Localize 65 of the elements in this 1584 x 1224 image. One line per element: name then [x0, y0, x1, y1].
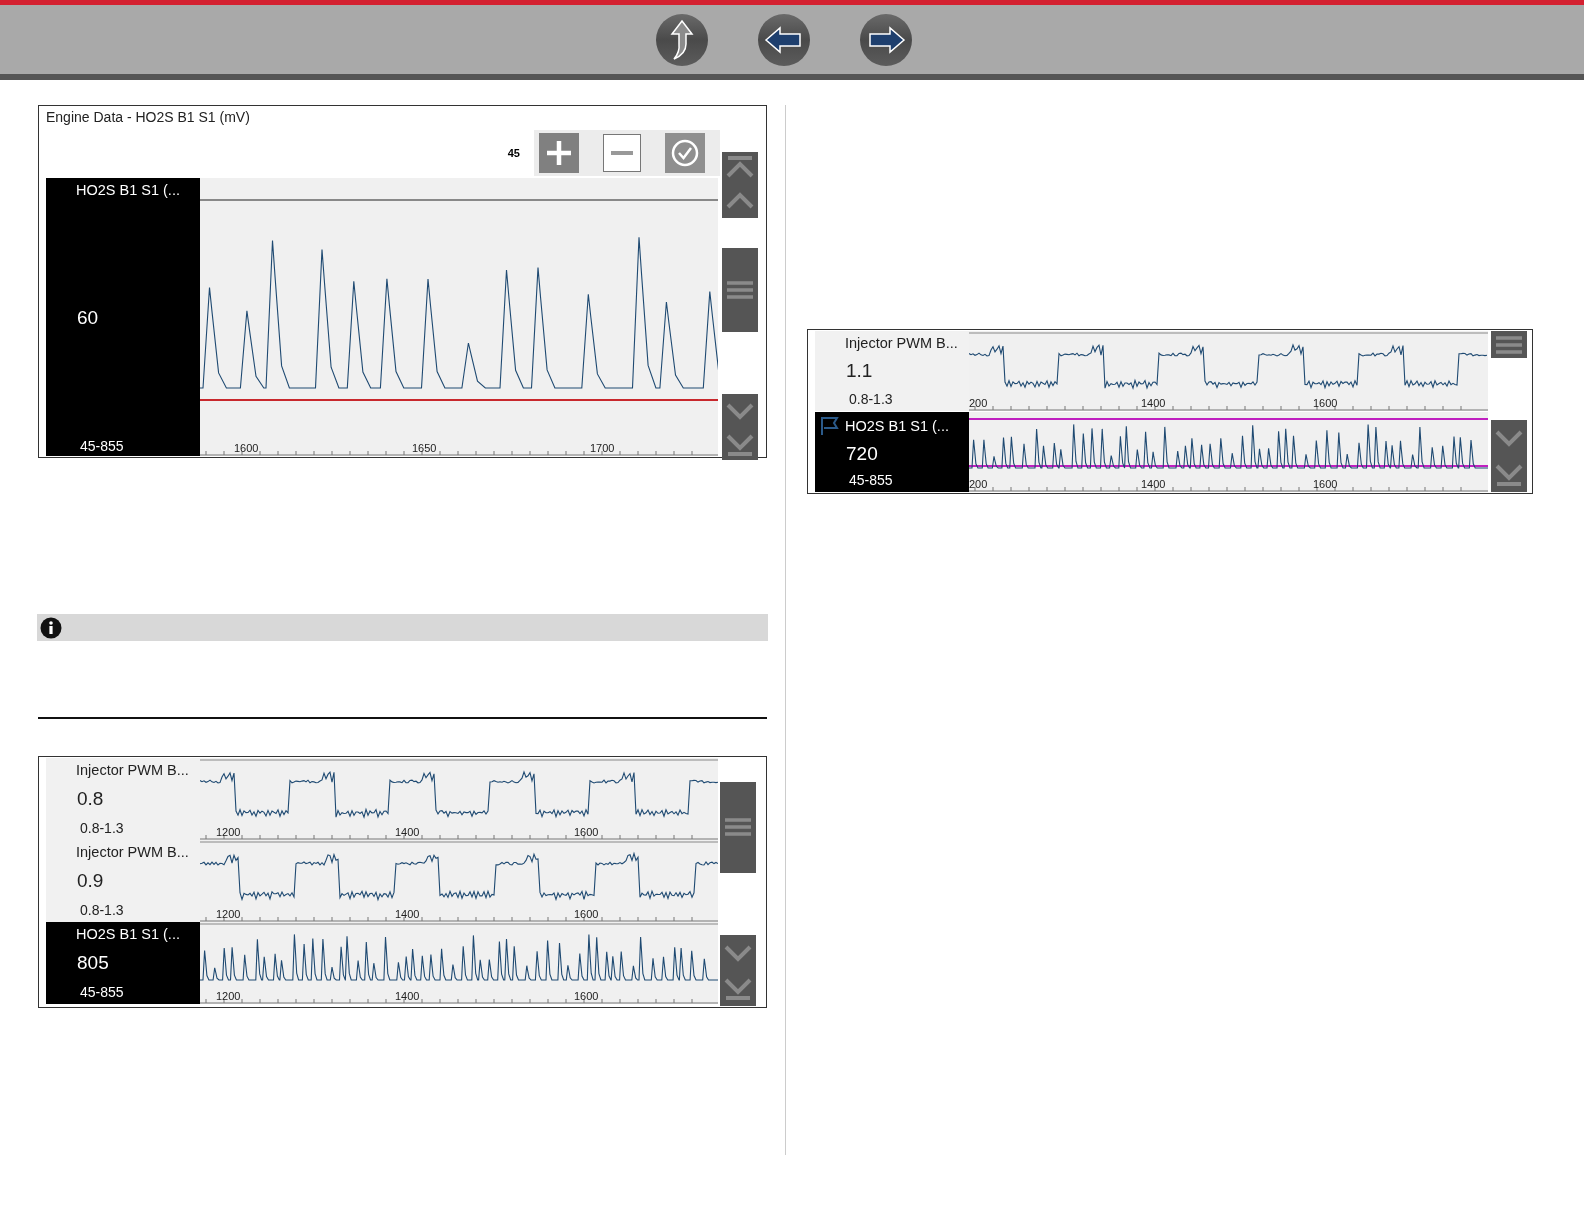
axis-label: 1600: [1313, 478, 1338, 490]
channel-range: 0.8-1.3: [80, 820, 125, 836]
channel-name: HO2S B1 S1 (...: [76, 926, 180, 942]
forward-button[interactable]: [860, 14, 912, 66]
axis-label: 1200: [216, 908, 241, 920]
scroll-down-button[interactable]: [720, 934, 756, 971]
channel-value: 1.1: [846, 360, 874, 382]
scroll-top-button[interactable]: [722, 152, 758, 185]
scroll-thumb[interactable]: [1491, 331, 1527, 358]
channel-value: 60: [77, 307, 100, 329]
up-button[interactable]: [656, 14, 708, 66]
channel-value: 720: [846, 443, 879, 465]
channel-name: HO2S B1 S1 (...: [845, 418, 949, 434]
grip-icon: [723, 817, 753, 838]
channel-name: Injector PWM B...: [76, 844, 189, 860]
axis-label: 200: [969, 478, 988, 490]
channel-range: 45-855: [80, 984, 125, 1000]
scroll-up-button[interactable]: [722, 184, 758, 218]
channel-range: 45-855: [849, 472, 894, 488]
minus-icon: [611, 151, 633, 155]
back-button[interactable]: [758, 14, 810, 66]
scroll-thumb[interactable]: [720, 782, 756, 873]
channel-range: 0.8-1.3: [849, 391, 894, 407]
axis-label: 1400: [1141, 397, 1166, 409]
axis-label: 200: [969, 397, 988, 409]
axis-label: 1600: [574, 908, 599, 920]
plus-icon: [545, 139, 573, 167]
axis-label: 1600: [1313, 397, 1338, 409]
channel-label[interactable]: HO2S B1 S1 (... 60 45-855: [46, 178, 200, 456]
info-icon: [40, 616, 62, 639]
channel-label[interactable]: HO2S B1 S1 (... 720 45-855: [815, 412, 969, 492]
axis-label: 1600: [574, 990, 599, 1002]
confirm-button[interactable]: [665, 133, 705, 173]
zoom-value: 45: [506, 146, 521, 161]
channel-range: 0.8-1.3: [80, 902, 125, 918]
channel-name: Injector PWM B...: [845, 335, 958, 351]
channel-label[interactable]: Injector PWM B... 0.9 0.8-1.3: [46, 840, 200, 922]
axis-label: 1400: [395, 908, 420, 920]
channel-value: 0.8: [77, 788, 105, 810]
scroll-thumb[interactable]: [722, 247, 758, 333]
axis-label: 1400: [395, 826, 420, 838]
channel-value: 805: [77, 952, 110, 974]
axis-label: 1600: [574, 826, 599, 838]
axis-label: 1200: [216, 990, 241, 1002]
axis-label: 1700: [590, 442, 615, 454]
check-icon: [670, 138, 700, 168]
zoom-in-button[interactable]: [539, 133, 579, 173]
panel-title: Engine Data - HO2S B1 S1 (mV): [46, 108, 251, 127]
channel-name: Injector PWM B...: [76, 762, 189, 778]
grip-icon: [1494, 334, 1524, 355]
axis-label: 1650: [412, 442, 437, 454]
axis-label: 1600: [234, 442, 259, 454]
channel-name: HO2S B1 S1 (...: [76, 182, 180, 198]
axis-label: 1400: [1141, 478, 1166, 490]
scroll-bottom-button[interactable]: [1491, 456, 1527, 492]
channel-range: 45-855: [80, 438, 125, 454]
channel-label[interactable]: Injector PWM B... 0.8 0.8-1.3: [46, 758, 200, 840]
channel-label[interactable]: Injector PWM B... 1.1 0.8-1.3: [815, 331, 969, 411]
axis-label: 1400: [395, 990, 420, 1002]
scroll-bottom-button[interactable]: [722, 427, 758, 460]
channel-label[interactable]: HO2S B1 S1 (... 805 45-855: [46, 922, 200, 1004]
zoom-out-button[interactable]: [603, 134, 641, 172]
grip-icon: [725, 280, 755, 300]
channel-value: 0.9: [77, 870, 105, 892]
axis-label: 1200: [216, 826, 241, 838]
